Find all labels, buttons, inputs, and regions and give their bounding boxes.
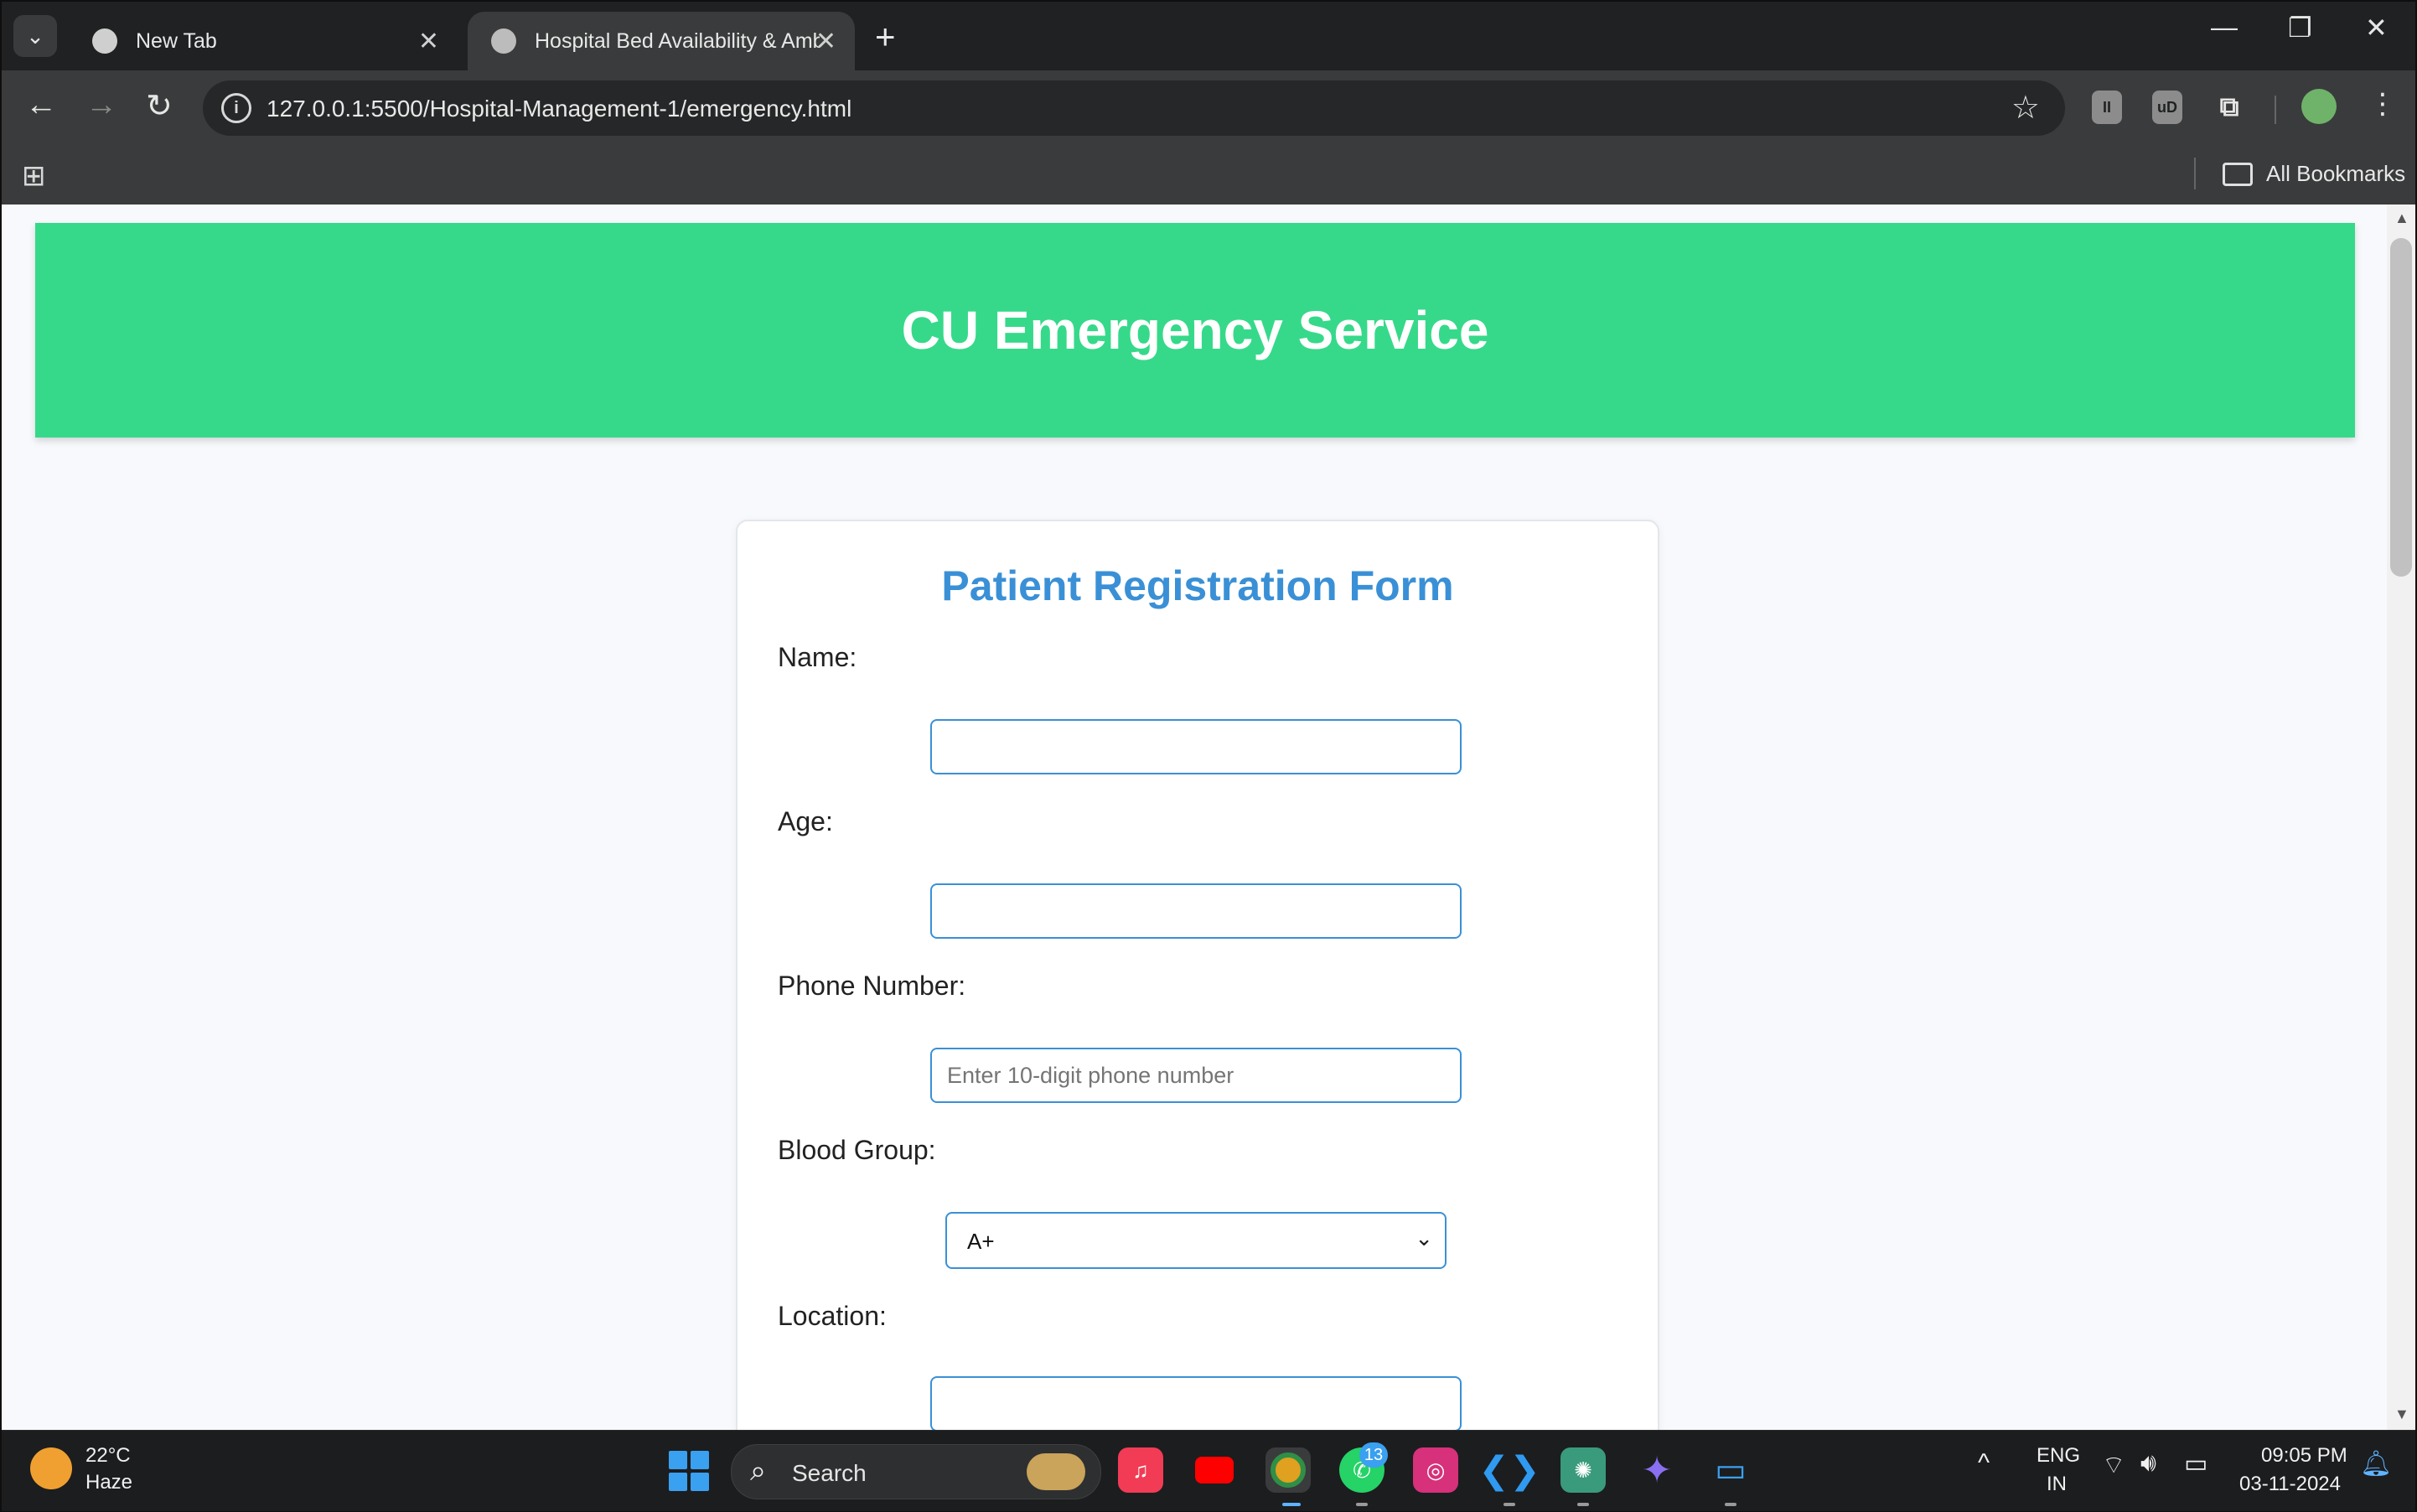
weather-haze-icon[interactable]	[30, 1447, 72, 1489]
folder-icon	[2223, 162, 2253, 186]
chrome-taskbar-icon[interactable]	[1265, 1447, 1311, 1493]
volume-icon[interactable]: 🔊︎	[2140, 1449, 2156, 1478]
page-scrollbar[interactable]: ▲ ▼	[2387, 205, 2415, 1430]
forward-icon[interactable]: →	[85, 87, 117, 123]
scroll-down-arrow-icon[interactable]: ▼	[2394, 1406, 2409, 1423]
scroll-up-arrow-icon[interactable]: ▲	[2394, 210, 2409, 227]
music-app-icon[interactable]: ♫	[1118, 1447, 1163, 1493]
age-label: Age:	[778, 806, 833, 836]
bookmarks-bar: ⊞ All Bookmarks	[2, 146, 2415, 205]
clock-time[interactable]: 09:05 PM	[2261, 1444, 2347, 1468]
page-viewport: CU Emergency Service Patient Registratio…	[2, 205, 2387, 1430]
wifi-icon[interactable]: ⌔	[2102, 1449, 2125, 1481]
name-label: Name:	[778, 642, 857, 672]
phone-placeholder: Enter 10-digit phone number	[947, 1063, 1234, 1088]
app-indicator	[1504, 1503, 1515, 1506]
taskbar-search[interactable]: ⌕ Search	[731, 1444, 1101, 1499]
chevron-down-icon: ⌄	[26, 23, 44, 49]
weather-temperature: 22°C	[85, 1444, 131, 1467]
name-input[interactable]	[930, 719, 1462, 774]
blood-group-value: A+	[967, 1229, 995, 1254]
extensions-puzzle-icon[interactable]: ⧉	[2214, 91, 2244, 124]
vscode-icon[interactable]: ❮❯	[1478, 1447, 1540, 1493]
apps-grid-icon[interactable]: ⊞	[22, 159, 46, 193]
taskbar: 22°C Haze ⌕ Search ♫ ✆ 13 ◎ ❮❯ ✺ ✦ ▭ ^ E…	[2, 1430, 2415, 1511]
whatsapp-badge: 13	[1359, 1442, 1388, 1468]
location-input[interactable]	[930, 1376, 1462, 1430]
app-indicator	[1356, 1503, 1368, 1506]
minimize-icon[interactable]: —	[2211, 12, 2238, 43]
toolbar-divider	[2275, 96, 2276, 124]
taskbar-search-label: Search	[792, 1460, 867, 1486]
tab-new-tab[interactable]: New Tab ✕	[69, 12, 458, 70]
active-app-indicator	[1282, 1503, 1301, 1506]
menu-kebab-icon[interactable]: ⋮	[2368, 87, 2397, 121]
chevron-down-icon: ⌄	[1415, 1225, 1433, 1251]
all-bookmarks-label: All Bookmarks	[2266, 161, 2406, 186]
app-indicator	[1577, 1503, 1589, 1506]
gemini-sparkle-icon[interactable]: ✦	[1634, 1447, 1679, 1493]
weather-condition: Haze	[85, 1471, 133, 1494]
close-icon[interactable]: ✕	[418, 27, 439, 56]
back-icon[interactable]: ←	[25, 87, 57, 123]
browser-toolbar: ← → ↻ i 127.0.0.1:5500/Hospital-Manageme…	[2, 70, 2415, 146]
search-icon: ⌕	[750, 1455, 767, 1487]
bookmarks-divider	[2194, 158, 2196, 189]
chatgpt-icon[interactable]: ✺	[1560, 1447, 1606, 1493]
tab-strip: ⌄ New Tab ✕ Hospital Bed Availability & …	[2, 2, 2415, 70]
scrollbar-thumb[interactable]	[2390, 238, 2412, 577]
page-header: CU Emergency Service	[35, 223, 2355, 438]
all-bookmarks-button[interactable]: All Bookmarks	[2223, 161, 2405, 187]
language-primary[interactable]: ENG	[2037, 1444, 2080, 1468]
site-info-icon[interactable]: i	[221, 93, 251, 123]
new-tab-button[interactable]: +	[875, 17, 896, 57]
language-region: IN	[2047, 1473, 2067, 1495]
tab-title: New Tab	[136, 28, 217, 53]
chrome-icon	[92, 28, 117, 54]
page-title: CU Emergency Service	[901, 300, 1489, 360]
clock-date: 03-11-2024	[2239, 1473, 2341, 1495]
address-bar[interactable]: i 127.0.0.1:5500/Hospital-Management-1/e…	[203, 80, 2065, 136]
windows-start-icon[interactable]	[669, 1451, 709, 1491]
youtube-icon[interactable]	[1192, 1447, 1237, 1493]
app-indicator	[1725, 1503, 1736, 1506]
tab-hospital[interactable]: Hospital Bed Availability & Ambulance ✕	[468, 12, 855, 70]
notification-bell-icon[interactable]: 🔔︎	[2360, 1449, 2392, 1478]
search-highlight-icon	[1027, 1453, 1085, 1490]
location-label: Location:	[778, 1301, 887, 1331]
phone-input[interactable]: Enter 10-digit phone number	[930, 1048, 1462, 1103]
blood-group-select[interactable]: A+ ⌄	[945, 1212, 1447, 1269]
restore-icon[interactable]: ❐	[2288, 12, 2312, 44]
profile-avatar[interactable]	[2301, 89, 2337, 124]
url-text: 127.0.0.1:5500/Hospital-Management-1/eme…	[267, 96, 852, 122]
instagram-icon[interactable]: ◎	[1413, 1447, 1458, 1493]
bookmark-star-icon[interactable]: ☆	[2011, 89, 2040, 127]
browser-window: ⌄ New Tab ✕ Hospital Bed Availability & …	[2, 2, 2415, 1430]
globe-icon	[491, 28, 516, 54]
phone-label: Phone Number:	[778, 971, 966, 1001]
tab-title: Hospital Bed Availability & Ambulance	[535, 28, 820, 53]
battery-icon[interactable]: ▭	[2184, 1449, 2207, 1478]
ublock-icon[interactable]: uD	[2152, 91, 2182, 124]
blood-group-label: Blood Group:	[778, 1135, 936, 1165]
reload-icon[interactable]: ↻	[146, 87, 173, 125]
shield-icon[interactable]: II	[2092, 91, 2122, 124]
tray-overflow-chevron-icon[interactable]: ^	[1978, 1449, 1990, 1478]
registration-form: Patient Registration Form Name: Age: Pho…	[736, 520, 1659, 1430]
form-title: Patient Registration Form	[941, 562, 1454, 609]
window-close-icon[interactable]: ✕	[2365, 12, 2388, 44]
app-window-icon[interactable]: ▭	[1708, 1447, 1753, 1493]
close-icon[interactable]: ✕	[815, 27, 836, 56]
tab-search-button[interactable]: ⌄	[13, 15, 57, 57]
age-input[interactable]	[930, 883, 1462, 939]
